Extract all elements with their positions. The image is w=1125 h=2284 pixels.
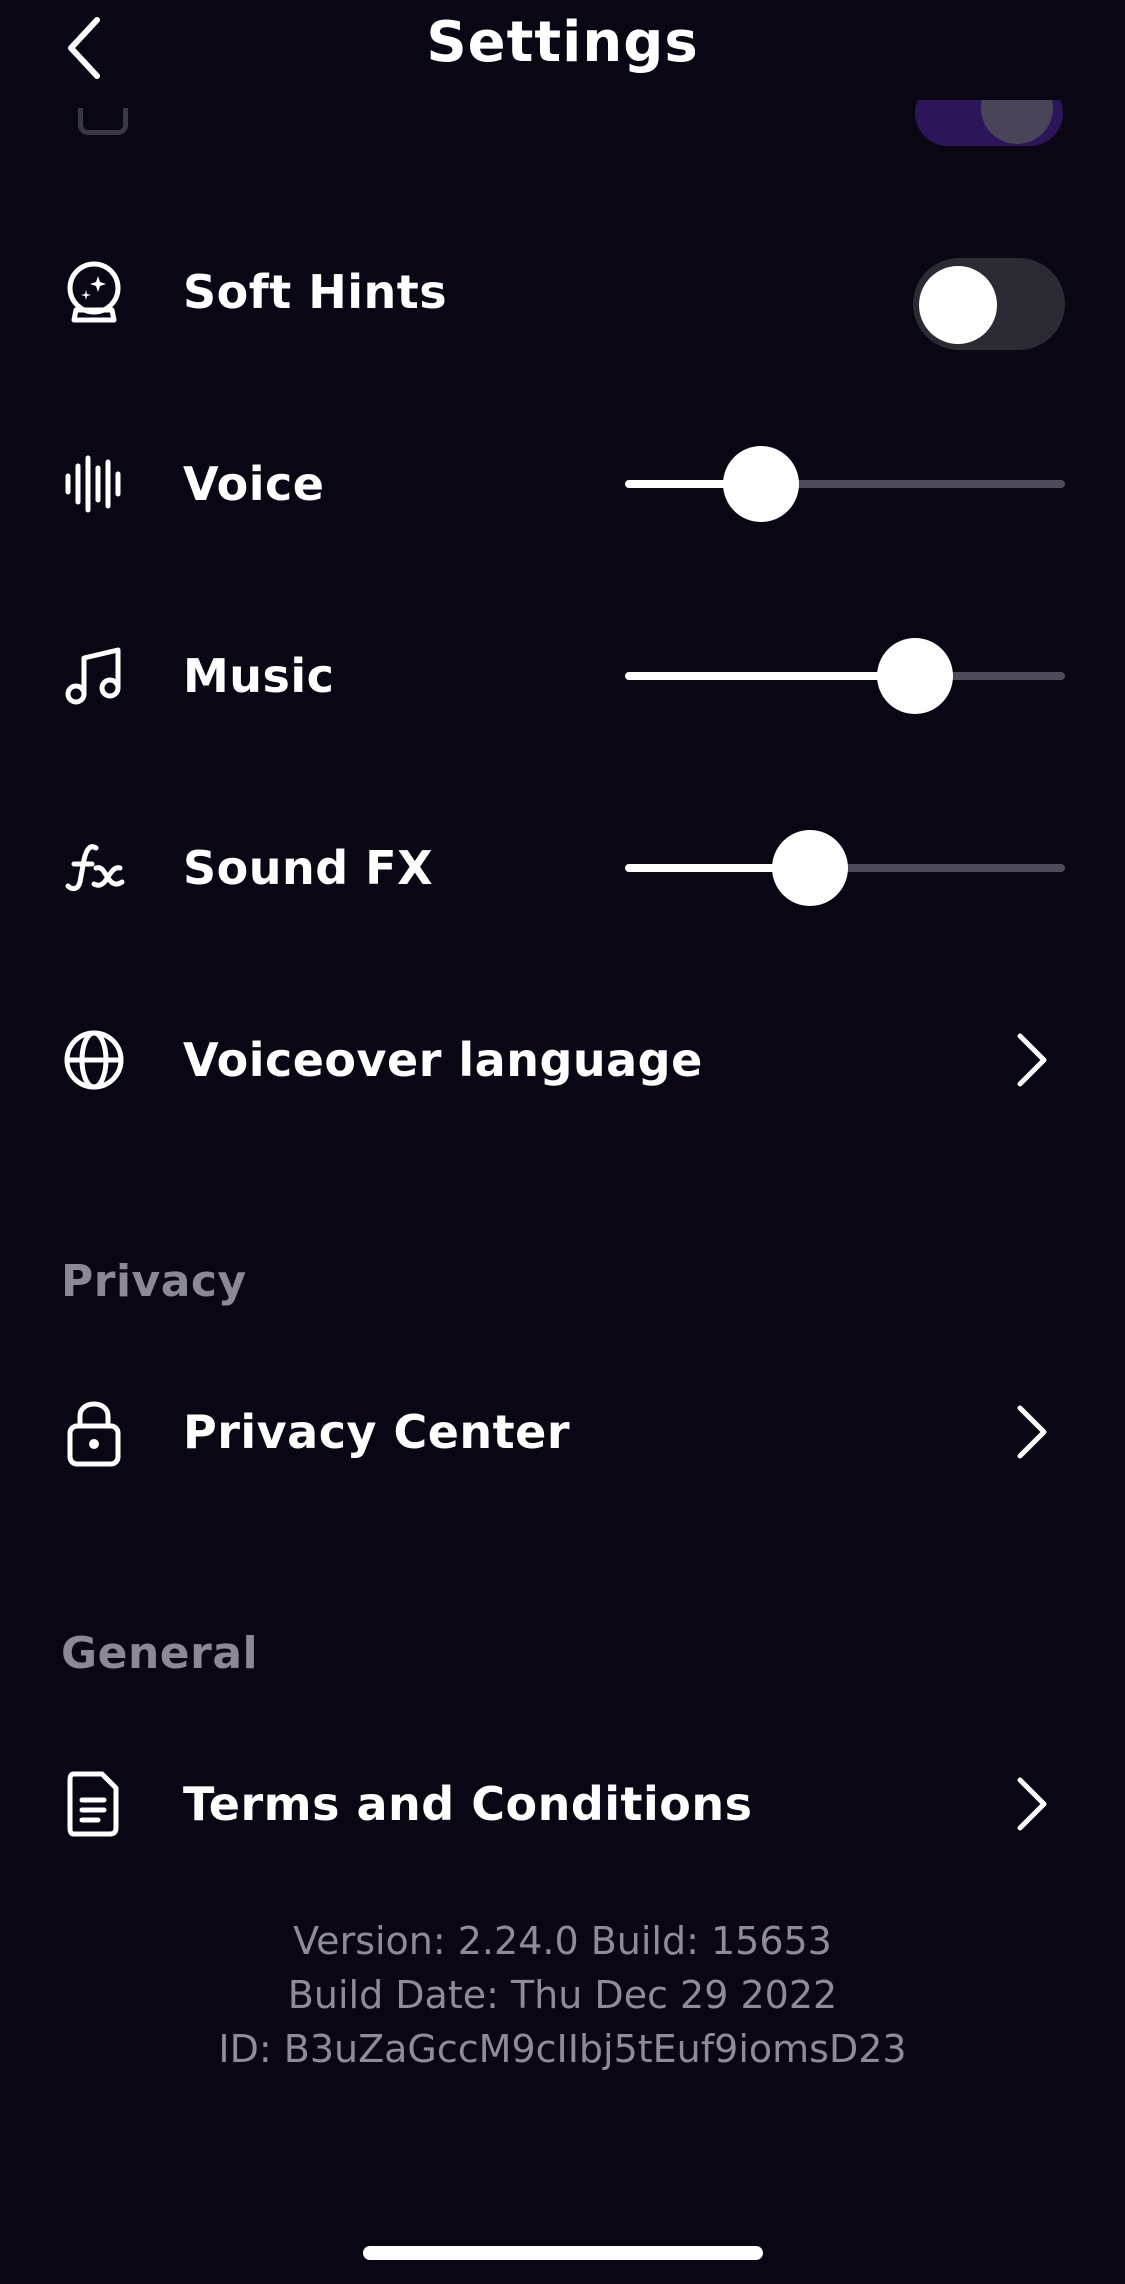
music-note-icon xyxy=(62,644,126,708)
slider-thumb[interactable] xyxy=(723,446,800,522)
terms-label: Terms and Conditions xyxy=(183,1777,753,1831)
general-section-title: General xyxy=(61,1628,259,1679)
privacy-center-row[interactable]: Privacy Center xyxy=(0,1372,1125,1492)
voiceover-language-row[interactable]: Voiceover language xyxy=(0,1000,1125,1120)
crystal-ball-icon xyxy=(62,260,126,324)
sound-fx-label: Sound FX xyxy=(183,841,434,895)
music-slider[interactable] xyxy=(625,616,1065,736)
user-id-text: ID: B3uZaGccM9cIIbj5tEuf9iomsD23 xyxy=(218,2027,907,2071)
chevron-right-icon xyxy=(1017,1777,1047,1831)
music-row: Music xyxy=(0,616,1125,736)
home-indicator[interactable] xyxy=(363,2246,763,2260)
app-version-info: Version: 2.24.0 Build: 15653 Build Date:… xyxy=(0,1914,1125,2076)
chevron-right-icon xyxy=(1017,1405,1047,1459)
document-icon xyxy=(62,1771,126,1837)
lock-icon xyxy=(62,1400,126,1467)
sound-fx-row: Sound FX xyxy=(0,808,1125,928)
soft-hints-label: Soft Hints xyxy=(183,265,448,319)
music-label: Music xyxy=(183,649,335,703)
sound-wave-icon xyxy=(62,452,126,516)
build-date-text: Build Date: Thu Dec 29 2022 xyxy=(287,1973,838,2017)
privacy-center-label: Privacy Center xyxy=(183,1405,571,1459)
slider-thumb[interactable] xyxy=(771,830,848,906)
voice-label: Voice xyxy=(183,457,325,511)
version-text: Version: 2.24.0 Build: 15653 xyxy=(293,1919,832,1963)
partially-hidden-icon xyxy=(78,108,128,135)
header-bar: Settings xyxy=(0,0,1125,100)
chevron-right-icon xyxy=(1017,1033,1047,1087)
globe-icon xyxy=(62,1028,126,1092)
fx-icon xyxy=(62,836,126,900)
privacy-section-title: Privacy xyxy=(61,1256,247,1307)
voice-slider[interactable] xyxy=(625,424,1065,544)
soft-hints-toggle[interactable] xyxy=(913,258,1065,350)
settings-screen: Settings Soft Hints Voice Music Sound FX… xyxy=(0,0,1125,2284)
voice-row: Voice xyxy=(0,424,1125,544)
sound-fx-slider[interactable] xyxy=(625,808,1065,928)
slider-thumb[interactable] xyxy=(877,638,954,714)
terms-row[interactable]: Terms and Conditions xyxy=(0,1744,1125,1864)
page-title: Settings xyxy=(426,10,699,75)
toggle-knob xyxy=(919,266,997,344)
soft-hints-row: Soft Hints xyxy=(0,232,1125,352)
slider-fill xyxy=(625,672,916,680)
voiceover-language-label: Voiceover language xyxy=(183,1033,703,1087)
